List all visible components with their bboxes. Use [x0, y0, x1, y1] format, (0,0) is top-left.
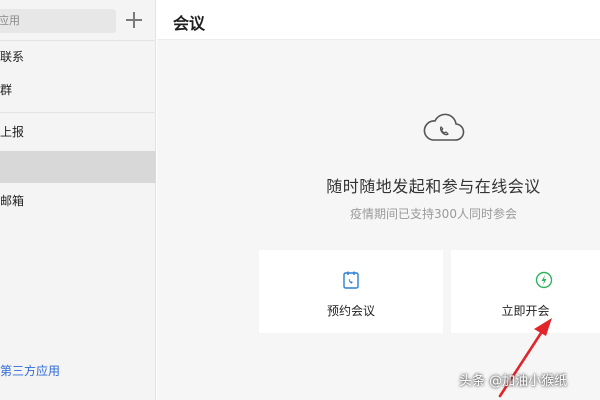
divider [0, 112, 156, 113]
sidebar-item-contacts[interactable]: 联系 [0, 41, 156, 73]
calendar-phone-icon [343, 271, 359, 289]
schedule-meeting-label: 预约会议 [326, 304, 375, 318]
start-meeting-card[interactable]: 立即开会 [451, 250, 600, 333]
header: 会议 [157, 0, 600, 40]
sidebar-item-meeting[interactable] [0, 151, 156, 183]
sidebar-item-label: 群 [0, 83, 13, 97]
start-meeting-label: 立即开会 [501, 304, 550, 318]
sidebar-item-mail[interactable]: 邮箱 [0, 185, 156, 217]
cloud-phone-icon [423, 113, 465, 141]
page-title: 会议 [173, 14, 206, 33]
sidebar-item-report[interactable]: 上报 [0, 116, 156, 148]
sidebar-item-label: 邮箱 [0, 194, 25, 208]
sidebar: 应用 联系 群 上报 邮箱 第三方应用 [0, 0, 156, 400]
empty-state-headline: 随时随地发起和参与在线会议 [326, 177, 541, 196]
lightning-icon [535, 271, 553, 289]
schedule-meeting-card[interactable]: 预约会议 [259, 250, 443, 333]
add-button[interactable] [125, 11, 143, 29]
sidebar-item-label: 联系 [0, 50, 25, 64]
watermark: 头条 @加油小猴纸 [459, 374, 568, 389]
search-input[interactable]: 应用 [0, 9, 116, 33]
search-row: 应用 [0, 9, 156, 35]
main-panel: 会议 随时随地发起和参与在线会议 疫情期间已支持300人同时参会 预约会议 立即… [157, 0, 600, 400]
third-party-apps-link[interactable]: 第三方应用 [0, 362, 60, 379]
empty-state-subline: 疫情期间已支持300人同时参会 [350, 207, 517, 221]
sidebar-item-groups[interactable]: 群 [0, 74, 156, 106]
sidebar-item-label: 上报 [0, 125, 25, 139]
